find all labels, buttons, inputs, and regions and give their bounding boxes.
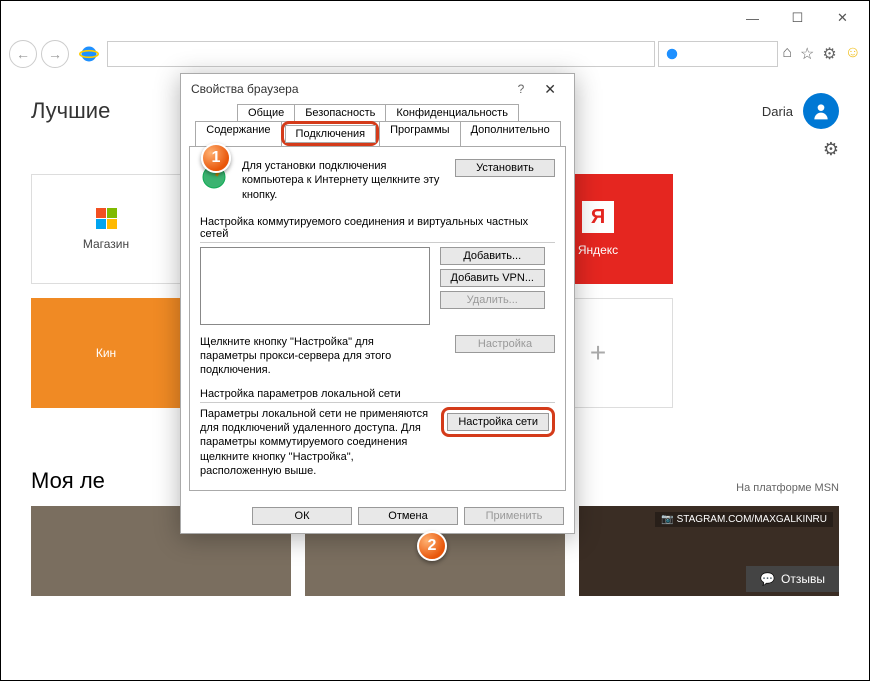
browser-tab[interactable] bbox=[658, 41, 778, 67]
feedback-button[interactable]: 💬 Отзывы bbox=[746, 566, 839, 592]
dialog-footer: ОК Отмена Применить bbox=[181, 499, 574, 533]
tab-content[interactable]: Содержание bbox=[195, 121, 281, 147]
forward-button[interactable]: → bbox=[41, 40, 69, 68]
dialog-help-button[interactable]: ? bbox=[506, 82, 537, 96]
proxy-text: Щелкните кнопку "Настройка" для параметр… bbox=[200, 335, 430, 378]
dialup-group-label: Настройка коммутируемого соединения и ви… bbox=[200, 216, 555, 243]
highlight-connections-tab: Подключения bbox=[281, 121, 380, 146]
window-minimize-button[interactable]: — bbox=[730, 4, 775, 32]
ie-tab-icon bbox=[665, 47, 679, 61]
plus-icon: + bbox=[590, 337, 606, 369]
instagram-tag: 📷 STAGRAM.COM/MAXGALKINRU bbox=[655, 512, 833, 527]
delete-button[interactable]: Удалить... bbox=[440, 291, 545, 309]
tile-store[interactable]: Магазин bbox=[31, 174, 181, 284]
msn-attribution: На платформе MSN bbox=[736, 482, 839, 494]
dialog-title: Свойства браузера bbox=[191, 82, 299, 96]
tile-kino[interactable]: Кин bbox=[31, 298, 181, 408]
tab-advanced[interactable]: Дополнительно bbox=[460, 121, 561, 147]
dialog-close-button[interactable]: ✕ bbox=[536, 81, 564, 98]
user-name: Daria bbox=[762, 104, 793, 119]
apply-button[interactable]: Применить bbox=[464, 507, 564, 525]
add-button[interactable]: Добавить... bbox=[440, 247, 545, 265]
back-button[interactable]: ← bbox=[9, 40, 37, 68]
tab-security[interactable]: Безопасность bbox=[294, 104, 386, 122]
tools-gear-icon[interactable]: ⚙ bbox=[822, 44, 836, 64]
avatar[interactable] bbox=[803, 93, 839, 129]
tile-label: Магазин bbox=[83, 237, 129, 251]
microsoft-logo-icon bbox=[96, 208, 117, 229]
dialog-titlebar: Свойства браузера ? ✕ bbox=[181, 74, 574, 104]
annotation-marker-1: 1 bbox=[201, 143, 231, 173]
cancel-button[interactable]: Отмена bbox=[358, 507, 458, 525]
annotation-marker-2: 2 bbox=[417, 531, 447, 561]
internet-options-dialog: Свойства браузера ? ✕ Общие Безопасность… bbox=[180, 73, 575, 534]
speech-bubble-icon: 💬 bbox=[760, 572, 775, 586]
setup-text: Для установки подключения компьютера к И… bbox=[242, 159, 447, 202]
ie-logo-icon bbox=[79, 44, 99, 64]
tab-connections[interactable]: Подключения bbox=[285, 125, 377, 143]
feed-title: Моя ле bbox=[31, 468, 105, 494]
tile-label: Кин bbox=[96, 346, 116, 360]
setup-button[interactable]: Установить bbox=[455, 159, 555, 177]
yandex-logo-icon: Я bbox=[582, 201, 614, 233]
feedback-label: Отзывы bbox=[781, 572, 825, 586]
page-title: Лучшие bbox=[31, 98, 110, 124]
smiley-icon[interactable]: ☺ bbox=[845, 44, 861, 64]
home-icon[interactable]: ⌂ bbox=[782, 44, 792, 64]
window-maximize-button[interactable]: ☐ bbox=[775, 4, 820, 32]
connections-listbox[interactable] bbox=[200, 247, 430, 325]
person-icon bbox=[811, 101, 831, 121]
lan-text: Параметры локальной сети не применяются … bbox=[200, 407, 433, 478]
tab-programs[interactable]: Программы bbox=[379, 121, 460, 147]
page-settings-gear-icon[interactable]: ⚙ bbox=[823, 139, 839, 160]
tab-general[interactable]: Общие bbox=[237, 104, 295, 122]
browser-toolbar: ← → ⌂ ☆ ⚙ ☺ bbox=[1, 35, 869, 73]
lan-settings-button[interactable]: Настройка сети bbox=[447, 413, 549, 431]
highlight-lan-settings-button: Настройка сети bbox=[441, 407, 555, 437]
address-bar[interactable] bbox=[107, 41, 655, 67]
window-titlebar: — ☐ ✕ bbox=[1, 1, 869, 35]
window-close-button[interactable]: ✕ bbox=[820, 4, 865, 32]
dialog-body: Для установки подключения компьютера к И… bbox=[189, 146, 566, 491]
ok-button[interactable]: ОК bbox=[252, 507, 352, 525]
favorites-icon[interactable]: ☆ bbox=[800, 44, 814, 64]
dialog-tabs: Общие Безопасность Конфиденциальность Со… bbox=[181, 104, 574, 146]
settings-button[interactable]: Настройка bbox=[455, 335, 555, 353]
tile-label: Яндекс bbox=[578, 243, 618, 257]
lan-group-label: Настройка параметров локальной сети bbox=[200, 388, 555, 403]
tab-privacy[interactable]: Конфиденциальность bbox=[385, 104, 519, 122]
add-vpn-button[interactable]: Добавить VPN... bbox=[440, 269, 545, 287]
